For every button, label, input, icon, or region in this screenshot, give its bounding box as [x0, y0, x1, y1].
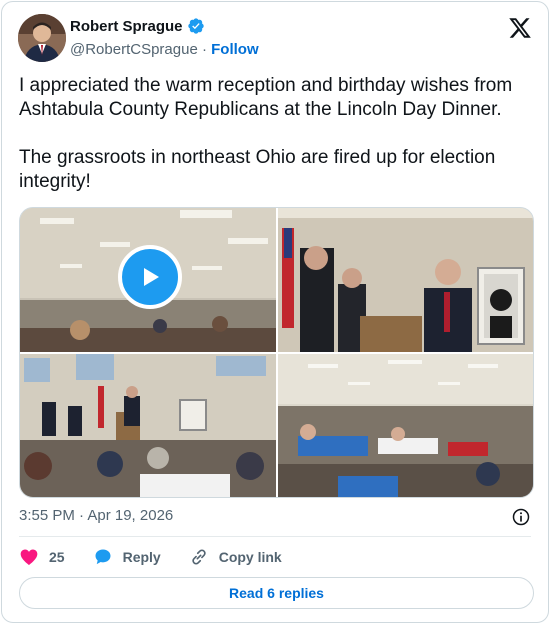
reply-button[interactable]: Reply: [93, 547, 161, 567]
play-button[interactable]: [118, 245, 182, 309]
timestamp-row: 3:55 PM · Apr 19, 2026: [19, 507, 531, 527]
author-name[interactable]: Robert Sprague: [70, 18, 183, 35]
tweet-header: Robert Sprague @RobertCSprague · Follow: [18, 14, 532, 64]
heart-icon: [20, 549, 38, 565]
info-icon[interactable]: [511, 507, 531, 527]
link-icon: [192, 549, 206, 565]
media-photo-4[interactable]: [278, 354, 533, 497]
media-photo-3[interactable]: [20, 354, 276, 497]
tweet-timestamp[interactable]: 3:55 PM · Apr 19, 2026: [19, 507, 173, 524]
tweet-text: I appreciated the warm reception and bir…: [19, 75, 513, 192]
tweet-card: Robert Sprague @RobertCSprague · Follow …: [1, 1, 549, 623]
media-photo-2[interactable]: [278, 208, 533, 352]
copy-link-label: Copy link: [218, 549, 282, 565]
like-count: 25: [49, 549, 65, 565]
x-logo-icon[interactable]: [508, 16, 532, 40]
read-replies-label: Read 6 replies: [229, 585, 324, 601]
author-name-row: Robert Sprague: [70, 17, 205, 35]
verified-badge-icon: [187, 18, 204, 34]
handle-separator: ·: [197, 41, 212, 58]
author-handle-row: @RobertCSprague · Follow: [70, 41, 259, 58]
copy-link-button[interactable]: Copy link: [189, 547, 282, 567]
media-video-thumbnail[interactable]: [20, 208, 276, 352]
reply-label: Reply: [122, 549, 161, 565]
play-icon: [144, 268, 159, 286]
action-bar: 25 Reply Copy link: [19, 545, 531, 569]
like-button[interactable]: 25: [19, 547, 65, 567]
divider: [19, 536, 531, 537]
media-grid: [19, 207, 534, 498]
author-handle[interactable]: @RobertCSprague: [70, 41, 198, 58]
reply-bubble-icon: [95, 549, 111, 565]
avatar[interactable]: [18, 14, 66, 62]
follow-button[interactable]: Follow: [211, 41, 259, 58]
read-replies-button[interactable]: Read 6 replies: [19, 577, 534, 609]
